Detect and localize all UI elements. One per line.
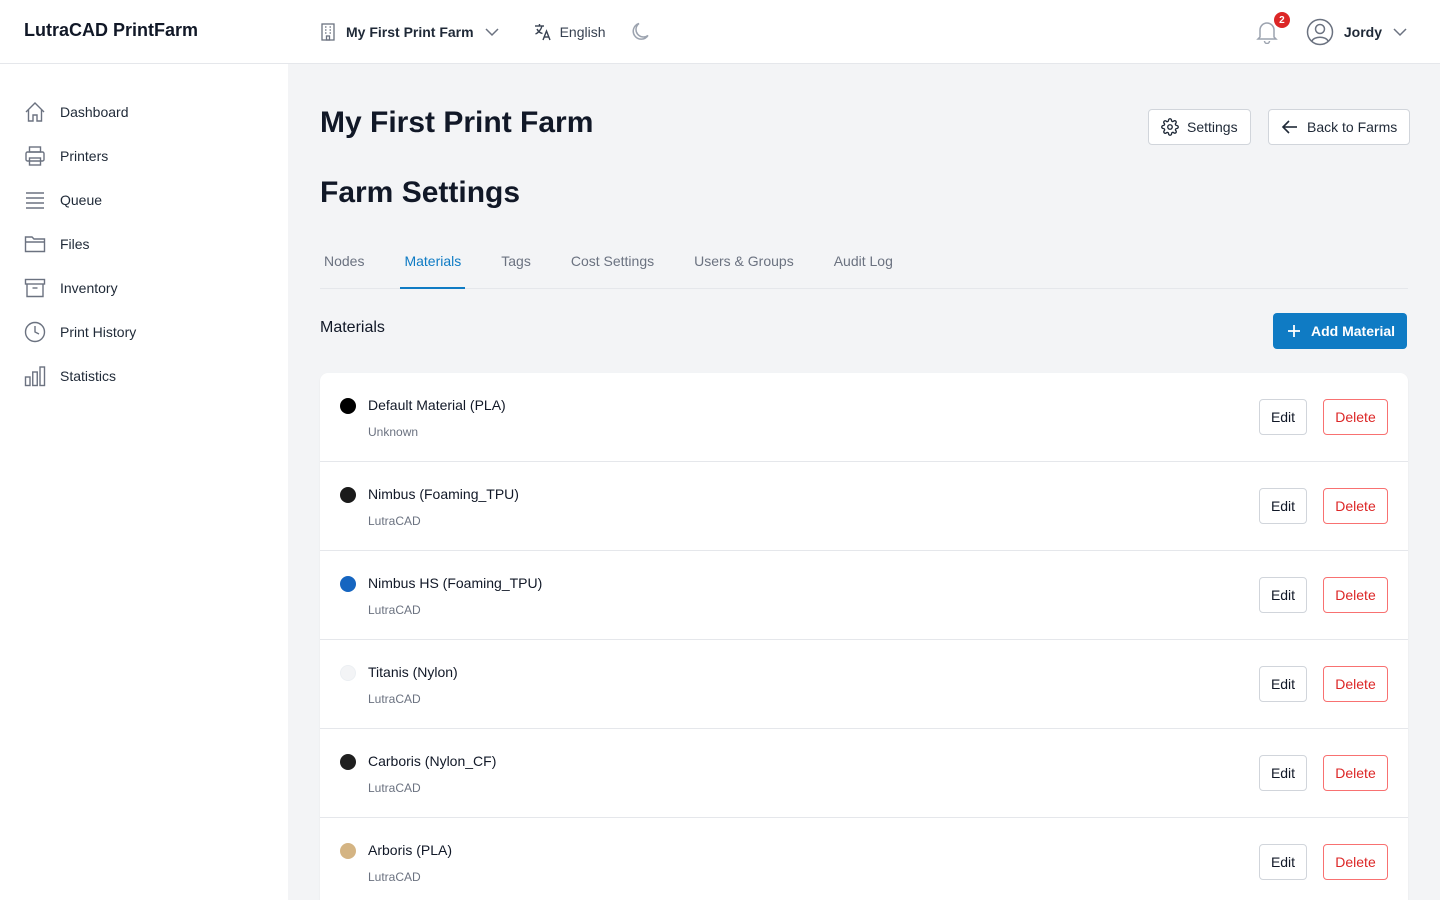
arrow-left-icon [1281,120,1297,134]
chevron-down-icon [1393,28,1407,37]
material-name: Default Material (PLA) [368,397,506,413]
sidebar-item-label: Inventory [60,280,118,296]
material-color-swatch [340,754,356,770]
material-name: Carboris (Nylon_CF) [368,753,497,769]
back-to-farms-button[interactable]: Back to Farms [1268,109,1411,145]
delete-material-button[interactable]: Delete [1323,399,1388,435]
user-name: Jordy [1343,24,1382,40]
sidebar-item-label: Printers [60,148,109,164]
material-row: Nimbus (Foaming_TPU) LutraCAD Edit Delete [320,462,1408,551]
materials-heading: Materials [320,319,385,336]
gear-icon [1161,118,1179,136]
translate-icon [534,24,551,41]
tab-materials[interactable]: Materials [400,242,466,289]
chevron-down-icon [485,28,499,37]
folder-icon [24,236,46,253]
material-color-swatch [340,843,356,859]
edit-material-button[interactable]: Edit [1259,577,1307,613]
sidebar-item-print-history[interactable]: Print History [24,310,264,354]
farm-selector-label: My First Print Farm [346,24,474,40]
tab-nodes[interactable]: Nodes [320,242,368,289]
tab-tags[interactable]: Tags [497,242,535,289]
material-row: Arboris (PLA) LutraCAD Edit Delete [320,818,1408,900]
tab-cost-settings[interactable]: Cost Settings [567,242,658,289]
archive-icon [24,278,46,298]
sidebar-item-label: Statistics [60,368,117,384]
material-color-swatch [340,487,356,503]
sidebar-item-dashboard[interactable]: Dashboard [24,90,264,134]
delete-material-button[interactable]: Delete [1323,844,1388,880]
language-label: English [559,24,606,40]
top-tools: My First Print Farm English [320,18,652,46]
language-selector[interactable]: English [534,23,606,41]
material-name: Nimbus HS (Foaming_TPU) [368,575,543,591]
edit-material-button[interactable]: Edit [1259,399,1307,435]
material-color-swatch [340,576,356,592]
sidebar-nav: Dashboard Printers Queue Files Inventory… [24,90,264,398]
section-title: Farm Settings [320,176,521,209]
sidebar-item-printers[interactable]: Printers [24,134,264,178]
edit-material-button[interactable]: Edit [1259,666,1307,702]
material-color-swatch [340,398,356,414]
avatar-icon [1306,18,1334,46]
main-content: My First Print Farm Settings Back to Far… [288,64,1440,900]
user-menu[interactable]: Jordy [1306,18,1408,46]
printer-icon [25,146,45,166]
edit-material-button[interactable]: Edit [1259,755,1307,791]
material-name: Arboris (PLA) [368,842,453,858]
material-row: Carboris (Nylon_CF) LutraCAD Edit Delete [320,729,1408,818]
top-bar: LutraCAD PrintFarm My First Print Farm E… [0,0,1440,64]
material-brand: LutraCAD [368,870,421,884]
sidebar-item-label: Files [60,236,90,252]
material-color-swatch [340,665,356,681]
queue-icon [26,192,44,209]
delete-material-button[interactable]: Delete [1323,577,1388,613]
sidebar-item-statistics[interactable]: Statistics [24,354,264,398]
delete-material-button[interactable]: Delete [1323,488,1388,524]
app-title[interactable]: LutraCAD PrintFarm [24,20,198,41]
material-brand: LutraCAD [368,781,421,795]
sidebar: Dashboard Printers Queue Files Inventory… [0,64,288,900]
home-icon [25,102,45,122]
material-brand: Unknown [368,425,419,439]
delete-material-button[interactable]: Delete [1323,666,1388,702]
building-icon [321,23,335,41]
sidebar-item-files[interactable]: Files [24,222,264,266]
settings-button-label: Settings [1187,119,1238,135]
material-name: Nimbus (Foaming_TPU) [368,486,519,502]
clock-icon [24,321,46,343]
add-material-button[interactable]: Add Material [1273,313,1408,349]
settings-tabs: Nodes Materials Tags Cost Settings Users… [320,242,1408,289]
material-brand: LutraCAD [368,603,421,617]
dark-mode-toggle[interactable] [630,21,652,43]
material-brand: LutraCAD [368,514,421,528]
delete-material-button[interactable]: Delete [1323,755,1388,791]
sidebar-item-inventory[interactable]: Inventory [24,266,264,310]
material-row: Nimbus HS (Foaming_TPU) LutraCAD Edit Delet… [320,551,1408,640]
farm-selector[interactable]: My First Print Farm [320,23,500,41]
sidebar-item-label: Dashboard [60,104,129,120]
materials-list: Default Material (PLA) Unknown Edit Delete N… [320,373,1408,900]
tab-audit-log[interactable]: Audit Log [830,242,897,289]
material-brand: LutraCAD [368,692,421,706]
material-name: Titanis (Nylon) [368,664,458,680]
sidebar-item-label: Queue [60,192,103,208]
sidebar-item-label: Print History [60,324,137,340]
bar-chart-icon [24,366,46,387]
material-row: Default Material (PLA) Unknown Edit Delete [320,373,1408,462]
notifications-button[interactable]: 2 [1256,12,1290,45]
back-button-label: Back to Farms [1307,119,1398,135]
edit-material-button[interactable]: Edit [1259,488,1307,524]
material-row: Titanis (Nylon) LutraCAD Edit Delete [320,640,1408,729]
moon-icon [632,22,649,40]
settings-button[interactable]: Settings [1148,109,1251,145]
page-title: My First Print Farm [320,106,594,139]
top-right-tools: 2 Jordy [1256,12,1408,50]
edit-material-button[interactable]: Edit [1259,844,1307,880]
sidebar-item-queue[interactable]: Queue [24,178,264,222]
plus-icon [1288,325,1300,337]
notification-count-badge: 2 [1273,12,1290,28]
add-material-label: Add Material [1311,323,1396,339]
tab-users-groups[interactable]: Users & Groups [690,242,798,289]
